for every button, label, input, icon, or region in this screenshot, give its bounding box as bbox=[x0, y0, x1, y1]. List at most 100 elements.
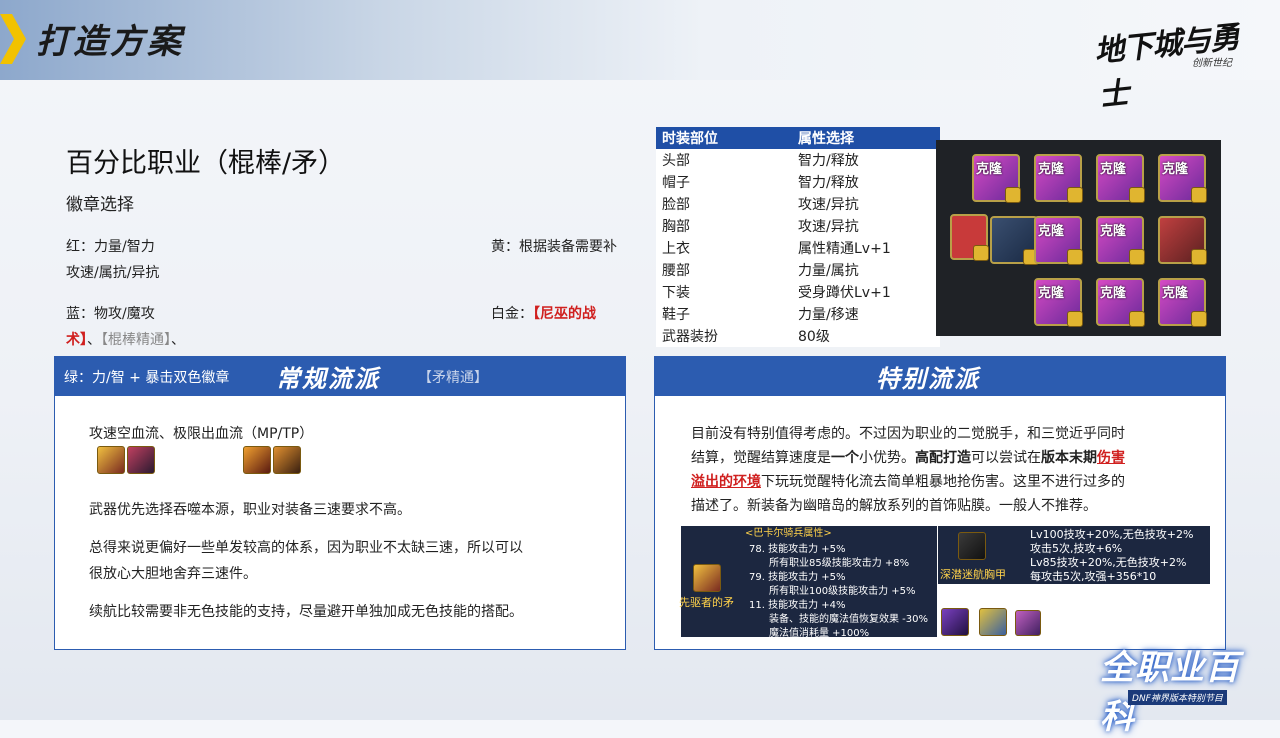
table-header: 时装部位 bbox=[656, 127, 792, 149]
badge-green: 绿：力/智 + 暴击双色徽章 bbox=[64, 370, 230, 386]
tooltip-line: 所有职业85级技能攻击力 +8% bbox=[769, 558, 910, 569]
text-highlight: 伤害 bbox=[1097, 450, 1125, 466]
table-cell: 鞋子 bbox=[662, 307, 690, 323]
fashion-slot-icon: 克隆 bbox=[1034, 216, 1083, 265]
paragraph: 续航比较需要非无色技能的支持，尽量避开单独加成无色技能的搭配。 bbox=[89, 604, 523, 620]
table-cell: 属性精通Lv+1 bbox=[798, 241, 891, 257]
badge-section-title: 徽章选择 bbox=[66, 195, 134, 215]
text-bold: 高配打造 bbox=[915, 450, 971, 466]
lock-icon bbox=[1129, 249, 1145, 265]
table-row: 脸部 攻速/异抗 bbox=[656, 193, 940, 215]
clone-tag: 克隆 bbox=[1162, 286, 1189, 301]
fashion-slot-icon: 克隆 bbox=[1096, 278, 1145, 327]
lock-icon bbox=[973, 245, 989, 261]
badge-subtitle: DNF神界版本特别节目 bbox=[1128, 690, 1227, 705]
table-cell: 腰部 bbox=[662, 263, 690, 279]
fashion-slot-icon: 克隆 bbox=[1096, 216, 1145, 265]
text-span: 可以尝试在 bbox=[971, 450, 1041, 466]
item-name: 先驱者的矛 bbox=[679, 596, 734, 609]
fashion-slot-icon: 克隆 bbox=[1158, 154, 1207, 203]
text-highlight: 溢出的环境 bbox=[691, 474, 761, 490]
paragraph-line: 描述了。新装备为幽暗岛的解放系列的首饰贴膜。一般人不推荐。 bbox=[691, 498, 1097, 514]
fashion-slot-icon: 克隆 bbox=[972, 154, 1021, 203]
badge-red-2: 攻速/属抗/异抗 bbox=[66, 265, 160, 281]
badge-title: 全职业百科 bbox=[1100, 648, 1240, 737]
accessory-icon bbox=[1015, 610, 1041, 636]
chevron-right-icon bbox=[0, 14, 26, 64]
table-cell: 下装 bbox=[662, 285, 690, 301]
table-row: 帽子 智力/释放 bbox=[656, 171, 940, 193]
header-bar: 打造方案 bbox=[0, 0, 1280, 80]
fashion-slot-icon bbox=[990, 216, 1039, 265]
fashion-table: 时装部位 属性选择 头部 智力/释放 帽子 智力/释放 脸部 攻速/异抗 胸部 攻速/异… bbox=[656, 127, 940, 347]
platinum-sep-2: 、 bbox=[171, 332, 185, 348]
tooltip-line: 魔法值消耗量 +100% bbox=[769, 628, 870, 639]
platinum-skill-2: 【棍棒精通】 bbox=[101, 332, 171, 348]
table-row: 上衣 属性精通Lv+1 bbox=[656, 237, 940, 259]
badge-blue: 蓝：物攻/魔攻 bbox=[66, 306, 155, 322]
text-span: 下玩玩觉醒特化流去简单粗暴地抢伤害。这里不进行过多的 bbox=[761, 474, 1125, 490]
weapon-skin-icon bbox=[950, 214, 989, 261]
badge-yellow: 黄：根据装备需要补 bbox=[491, 239, 617, 255]
accessory-icon bbox=[941, 608, 969, 636]
logo-text: 地下城与勇士 bbox=[1092, 19, 1241, 114]
armor-icon bbox=[958, 532, 986, 560]
paragraph: 很放心大胆地舍弃三速件。 bbox=[89, 566, 257, 582]
table-cell: 智力/释放 bbox=[798, 175, 859, 191]
panel-header: 绿：力/智 + 暴击双色徽章 常规流派 【矛精通】 bbox=[54, 356, 626, 396]
text-bold: 版本末期 bbox=[1041, 450, 1097, 466]
lock-icon bbox=[1005, 187, 1021, 203]
main-title: 百分比职业（棍棒/矛） bbox=[66, 148, 346, 179]
fashion-slot-icon: 克隆 bbox=[1096, 154, 1145, 203]
table-row: 腰部 力量/属抗 bbox=[656, 259, 940, 281]
table-cell: 80级 bbox=[798, 329, 830, 345]
tooltip-line: 79. 技能攻击力 +5% bbox=[749, 572, 846, 583]
game-logo: 地下城与勇士 创新世纪 bbox=[1093, 14, 1266, 114]
accessory-icon bbox=[979, 608, 1007, 636]
table-cell: 受身蹲伏Lv+1 bbox=[798, 285, 891, 301]
spear-icon bbox=[693, 564, 721, 592]
badge-platinum: 白金：【尼巫的战 bbox=[491, 303, 596, 323]
table-cell: 攻速/异抗 bbox=[798, 219, 859, 235]
lock-icon bbox=[1191, 311, 1207, 327]
clone-tag: 克隆 bbox=[1100, 162, 1127, 177]
clone-tag: 克隆 bbox=[1038, 224, 1065, 239]
table-cell: 力量/移速 bbox=[798, 307, 859, 323]
clone-tag: 克隆 bbox=[976, 162, 1003, 177]
table-cell: 力量/属抗 bbox=[798, 263, 859, 279]
table-cell: 头部 bbox=[662, 153, 690, 169]
clone-tag: 克隆 bbox=[1038, 286, 1065, 301]
lock-icon bbox=[1067, 249, 1083, 265]
lock-icon bbox=[1067, 187, 1083, 203]
panel-regular-build: 绿：力/智 + 暴击双色徽章 常规流派 【矛精通】 攻速空血流、极限出血流（MP… bbox=[54, 356, 626, 650]
lock-icon bbox=[1191, 249, 1207, 265]
tooltip-line: 78. 技能攻击力 +5% bbox=[749, 544, 846, 555]
table-row: 下装 受身蹲伏Lv+1 bbox=[656, 281, 940, 303]
table-cell: 武器装扮 bbox=[662, 329, 718, 345]
build-type-line: 攻速空血流、极限出血流（MP/TP） bbox=[89, 426, 314, 442]
text-span: 小优势。 bbox=[859, 450, 915, 466]
table-header-row: 时装部位 属性选择 bbox=[656, 127, 940, 149]
paragraph: 武器优先选择吞噬本源，职业对装备三速要求不高。 bbox=[89, 502, 411, 518]
panel-title: 特别流派 bbox=[876, 365, 980, 393]
table-cell: 智力/释放 bbox=[798, 153, 859, 169]
table-row: 鞋子 力量/移速 bbox=[656, 303, 940, 325]
lock-icon bbox=[1129, 187, 1145, 203]
badge-platinum-cont: 术】、【棍棒精通】、 bbox=[66, 329, 185, 349]
table-cell: 胸部 bbox=[662, 219, 690, 235]
panel-header: 特别流派 bbox=[654, 356, 1226, 396]
platinum-sep-1: 、 bbox=[87, 332, 101, 348]
clone-tag: 克隆 bbox=[1038, 162, 1065, 177]
clone-tag: 克隆 bbox=[1100, 224, 1127, 239]
table-cell: 攻速/异抗 bbox=[798, 197, 859, 213]
paragraph-line: 目前没有特别值得考虑的。不过因为职业的二觉脱手，和三觉近乎同时 bbox=[691, 426, 1125, 442]
equipment-icon bbox=[243, 446, 271, 474]
equipment-icon bbox=[273, 446, 301, 474]
equipment-icon bbox=[127, 446, 155, 474]
table-cell: 帽子 bbox=[662, 175, 690, 191]
table-cell: 上衣 bbox=[662, 241, 690, 257]
page-title: 打造方案 bbox=[36, 22, 184, 62]
table-row: 武器装扮 80级 bbox=[656, 325, 940, 347]
paragraph-line: 溢出的环境下玩玩觉醒特化流去简单粗暴地抢伤害。这里不进行过多的 bbox=[691, 471, 1125, 491]
panel-title: 常规流派 bbox=[276, 365, 380, 393]
